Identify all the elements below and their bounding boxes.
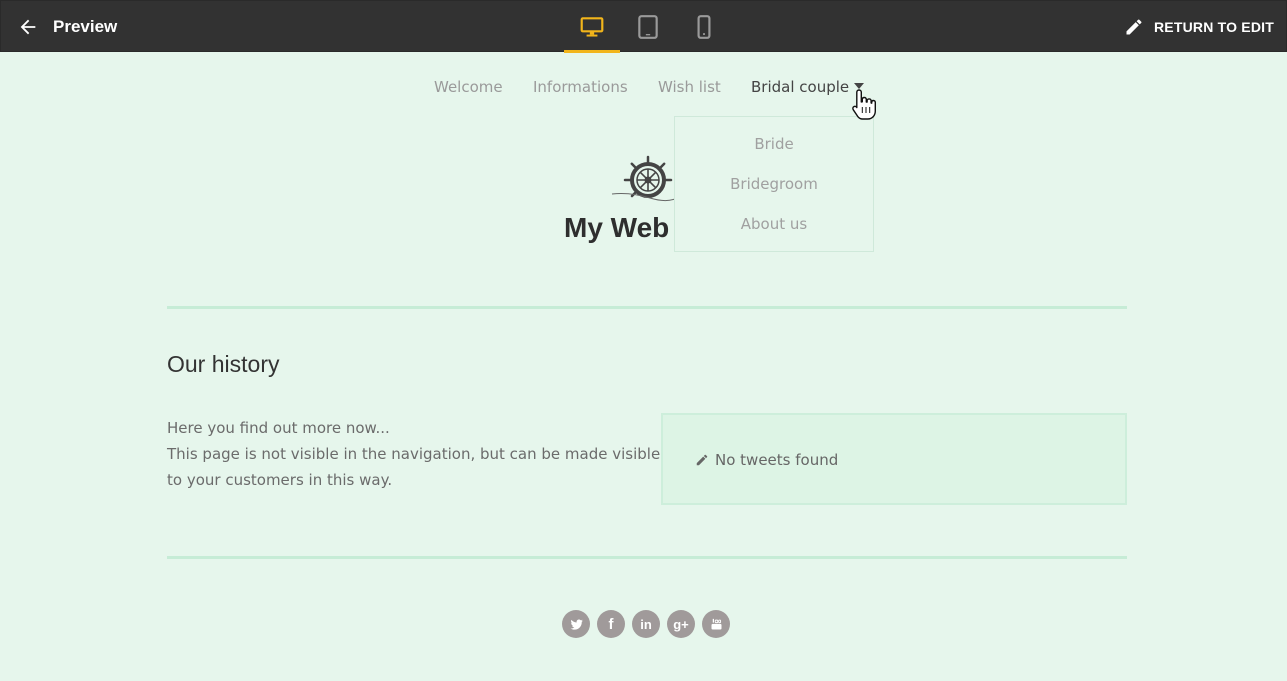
tablet-view-button[interactable] — [620, 1, 676, 53]
section-title: Our history — [167, 351, 280, 377]
arrow-left-icon — [20, 19, 36, 35]
nav-item-welcome[interactable]: Welcome — [434, 78, 503, 96]
dropdown-item-about-us[interactable]: About us — [675, 215, 873, 233]
google-plus-icon: g+ — [673, 616, 689, 632]
linkedin-link[interactable]: in — [632, 610, 660, 638]
twitter-feed-box: No tweets found — [661, 413, 1127, 505]
nav-item-bridal-couple[interactable]: Bridal couple — [751, 78, 865, 96]
paragraph-line: to your customers in this way. — [167, 471, 393, 489]
tweets-message: No tweets found — [695, 451, 838, 469]
nav-item-wish-list[interactable]: Wish list — [658, 78, 721, 96]
top-divider — [167, 306, 1127, 309]
social-links: f in g+ — [562, 610, 737, 638]
site-title: My Web — [564, 212, 670, 243]
device-switcher — [564, 1, 732, 53]
preview-toolbar: Preview RETURN TO EDIT — [0, 0, 1287, 53]
twitter-link[interactable] — [562, 610, 590, 638]
tablet-icon — [638, 15, 658, 39]
tweets-message-text: No tweets found — [715, 451, 839, 469]
mobile-view-button[interactable] — [676, 1, 732, 53]
dropdown-item-bride[interactable]: Bride — [675, 135, 873, 153]
mobile-icon — [697, 15, 711, 39]
back-button[interactable]: Preview — [17, 14, 127, 40]
hand-cursor-icon — [852, 89, 876, 120]
facebook-link[interactable]: f — [597, 610, 625, 638]
site-navigation: Welcome Informations Wish list Bridal co… — [0, 78, 1287, 102]
twitter-icon — [570, 618, 583, 630]
nav-item-informations[interactable]: Informations — [533, 78, 628, 96]
return-to-edit-button[interactable]: RETURN TO EDIT — [1124, 15, 1274, 39]
ship-wheel-icon — [611, 155, 680, 202]
facebook-icon: f — [608, 615, 614, 633]
bridal-couple-dropdown: Bride Bridegroom About us — [674, 116, 874, 252]
desktop-view-button[interactable] — [564, 1, 620, 53]
linkedin-icon: in — [640, 616, 652, 632]
dropdown-item-bridegroom[interactable]: Bridegroom — [675, 175, 873, 193]
youtube-icon — [711, 618, 721, 629]
return-to-edit-label: RETURN TO EDIT — [1154, 19, 1274, 35]
pencil-icon — [1126, 19, 1142, 35]
paragraph-line: Here you find out more now... — [167, 419, 390, 437]
paragraph-line: This page is not visible in the navigati… — [167, 445, 661, 463]
google-plus-link[interactable]: g+ — [667, 610, 695, 638]
desktop-icon — [580, 17, 604, 37]
bottom-divider — [167, 556, 1127, 559]
youtube-link[interactable] — [702, 610, 730, 638]
nav-item-bridal-couple-label: Bridal couple — [751, 78, 850, 96]
preview-label: Preview — [53, 17, 118, 36]
pencil-icon — [696, 454, 708, 466]
history-paragraph: Here you find out more now... This page … — [167, 415, 661, 493]
